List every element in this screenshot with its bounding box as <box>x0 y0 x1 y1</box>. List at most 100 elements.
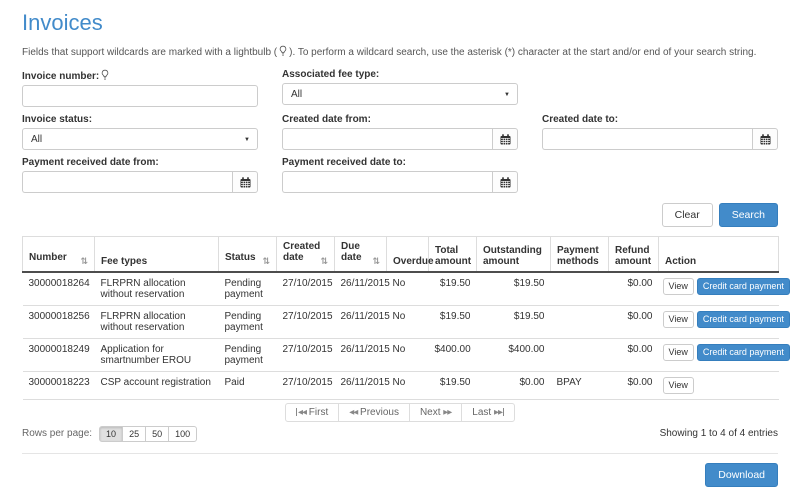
cell-fee-types: CSP account registration <box>94 371 219 400</box>
sort-icon[interactable]: ⇅ <box>372 256 380 267</box>
page-title: Invoices <box>22 10 103 35</box>
chevron-down-icon: ▼ <box>244 137 250 143</box>
table-row: 30000018223 CSP account registration Pai… <box>22 371 779 400</box>
wildcard-hint: Fields that support wildcards are marked… <box>22 45 778 58</box>
column-header-fee-types: Fee types <box>94 236 219 273</box>
created-date-to-calendar-button[interactable] <box>752 128 778 150</box>
cell-refund-amount: $0.00 <box>608 272 659 306</box>
search-button[interactable]: Search <box>718 203 778 227</box>
cell-refund-amount: $0.00 <box>608 371 659 400</box>
cell-number: 30000018249 <box>22 338 95 372</box>
invoice-number-label: Invoice number: <box>22 69 258 82</box>
cell-total-amount: $19.50 <box>428 305 477 339</box>
created-date-to-input[interactable] <box>542 128 752 150</box>
cell-created-date: 27/10/2015 <box>276 305 335 339</box>
associated-fee-type-select[interactable]: All ▼ <box>282 83 518 105</box>
cell-payment-methods <box>550 338 609 372</box>
next-page-icon: ▶▶ <box>443 408 452 416</box>
view-button[interactable]: View <box>662 278 694 295</box>
column-label: Number <box>29 252 67 263</box>
cell-outstanding-amount: $19.50 <box>476 305 551 339</box>
sort-icon[interactable]: ⇅ <box>262 256 270 267</box>
payment-received-date-from-field: Payment received date from: <box>22 157 258 193</box>
credit-card-payment-button[interactable]: Credit card payment <box>696 311 790 328</box>
invoice-status-value: All <box>31 133 43 145</box>
cell-fee-types: FLRPRN allocation without reservation <box>94 305 219 339</box>
view-button[interactable]: View <box>662 344 694 361</box>
payment-received-date-from-calendar-button[interactable] <box>232 171 258 193</box>
cell-overdue: No <box>386 338 429 372</box>
created-date-from-label: Created date from: <box>282 114 371 125</box>
column-label: Outstanding amount <box>483 245 542 267</box>
invoice-status-select[interactable]: All ▼ <box>22 128 258 150</box>
rows-per-page-100-button[interactable]: 100 <box>168 425 198 442</box>
invoice-status-label: Invoice status: <box>22 114 93 125</box>
sort-icon[interactable]: ⇅ <box>80 256 88 267</box>
rows-per-page-10-button[interactable]: 10 <box>99 425 124 442</box>
cell-fee-types: Application for smartnumber EROU <box>94 338 219 372</box>
sort-icon[interactable]: ⇅ <box>320 256 328 267</box>
invoices-table: Number ⇅ Fee types Status ⇅ Created date ⇅ … <box>22 236 790 400</box>
table-row: 30000018256 FLRPRN allocation without re… <box>22 305 790 339</box>
cell-fee-types: FLRPRN allocation without reservation <box>94 272 219 306</box>
table-header: Number ⇅ Fee types Status ⇅ Created date ⇅ … <box>22 236 779 273</box>
column-header-outstanding-amount: Outstanding amount <box>476 236 551 273</box>
wildcard-hint-prefix: Fields that support wildcards are marked… <box>22 47 278 58</box>
rows-per-page-25-button[interactable]: 25 <box>122 425 147 442</box>
payment-received-date-from-label: Payment received date from: <box>22 157 159 168</box>
associated-fee-type-value: All <box>291 88 303 100</box>
clear-button[interactable]: Clear <box>661 203 713 227</box>
view-button[interactable]: View <box>662 311 694 328</box>
column-label: Overdue <box>393 256 434 267</box>
column-header-overdue: Overdue <box>386 236 434 273</box>
download-row: Download <box>22 462 778 487</box>
column-label: Refund amount <box>615 245 652 267</box>
column-header-payment-methods: Payment methods <box>550 236 609 273</box>
payment-received-date-to-input[interactable] <box>282 171 492 193</box>
credit-card-payment-button[interactable]: Credit card payment <box>696 278 790 295</box>
column-header-number[interactable]: Number ⇅ <box>22 236 95 273</box>
rows-per-page-50-button[interactable]: 50 <box>145 425 170 442</box>
column-label: Action <box>665 256 697 267</box>
pagination-next-button[interactable]: Next ▶▶ <box>408 402 463 422</box>
credit-card-payment-button[interactable]: Credit card payment <box>696 344 790 361</box>
payment-received-date-from-input[interactable] <box>22 171 232 193</box>
invoices-page: Invoices Fields that support wildcards a… <box>0 0 800 487</box>
cell-status: Paid <box>218 371 277 400</box>
invoice-number-input[interactable] <box>22 85 258 107</box>
view-button[interactable]: View <box>662 377 694 394</box>
associated-fee-type-field: Associated fee type: All ▼ <box>282 69 518 107</box>
column-header-created-date[interactable]: Created date ⇅ <box>276 236 335 273</box>
pagination-last-button[interactable]: Last ▶▶ <box>461 402 515 422</box>
created-date-from-calendar-button[interactable] <box>492 128 518 150</box>
pagination-previous-button[interactable]: ◀◀ Previous <box>338 402 410 422</box>
download-button[interactable]: Download <box>705 462 778 487</box>
cell-total-amount: $400.00 <box>428 338 477 372</box>
calendar-icon <box>500 176 510 188</box>
created-date-from-field: Created date from: <box>282 114 518 150</box>
created-date-to-field: Created date to: <box>542 114 778 150</box>
chevron-down-icon: ▼ <box>504 92 510 98</box>
pagination-first-label: First <box>308 406 329 418</box>
search-form: Invoice number: Associated fee type: All… <box>22 69 778 200</box>
column-label: Created date <box>283 241 321 263</box>
column-header-status[interactable]: Status ⇅ <box>218 236 277 273</box>
cell-number: 30000018264 <box>22 272 95 306</box>
cell-outstanding-amount: $0.00 <box>476 371 551 400</box>
cell-created-date: 27/10/2015 <box>276 338 335 372</box>
pagination-last-label: Last <box>472 406 492 418</box>
column-label: Payment methods <box>557 245 599 267</box>
column-label: Status <box>225 252 256 263</box>
cell-action: View Credit card payment <box>658 338 790 372</box>
payment-received-date-to-calendar-button[interactable] <box>492 171 518 193</box>
column-label: Total amount <box>435 245 472 267</box>
cell-due-date: 26/11/2015 <box>334 338 390 372</box>
column-header-due-date[interactable]: Due date ⇅ <box>334 236 387 273</box>
pagination-first-button[interactable]: ◀◀ First <box>285 402 340 422</box>
created-date-from-input[interactable] <box>282 128 492 150</box>
cell-due-date: 26/11/2015 <box>334 371 390 400</box>
footer-divider <box>22 452 778 454</box>
calendar-icon <box>500 133 510 145</box>
cell-total-amount: $19.50 <box>428 371 477 400</box>
cell-outstanding-amount: $400.00 <box>476 338 551 372</box>
